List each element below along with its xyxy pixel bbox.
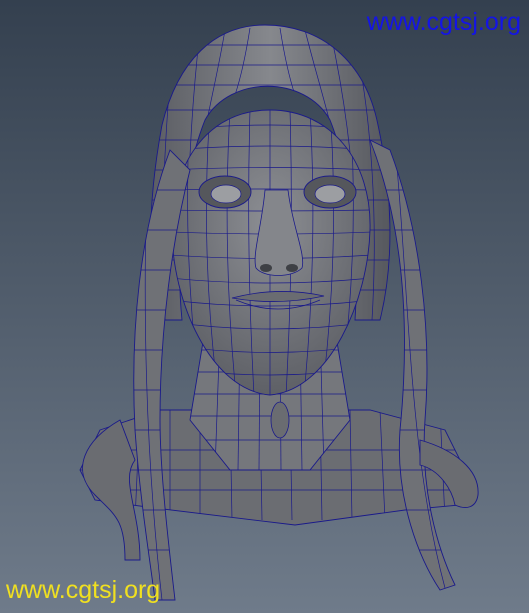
watermark-top: www.cgtsj.org bbox=[366, 8, 521, 36]
viewport-3d[interactable]: www.cgtsj.org www.cgtsj.org bbox=[0, 0, 529, 613]
face bbox=[171, 109, 371, 396]
watermark-bottom: www.cgtsj.org bbox=[6, 576, 161, 604]
head-mesh-model[interactable] bbox=[0, 0, 529, 613]
